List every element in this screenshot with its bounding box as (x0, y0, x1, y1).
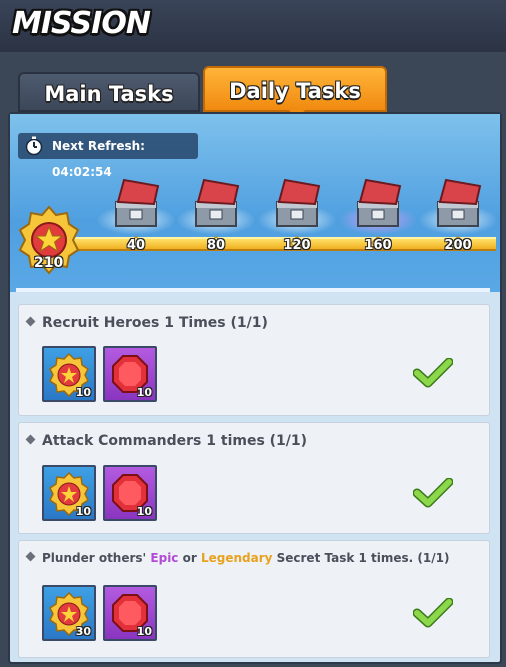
page-title: MISSION (12, 6, 151, 41)
milestone-label: 120 (283, 238, 311, 253)
top-bar: MISSION (0, 0, 506, 52)
tab-daily-label: Daily Tasks (229, 79, 361, 103)
activity-points: 210 (34, 255, 64, 271)
task-title-text: Recruit Heroes 1 Times (1/1) (42, 315, 268, 331)
tab-main-tasks[interactable]: Main Tasks (18, 72, 200, 112)
reward-count: 10 (75, 386, 91, 399)
check-icon (413, 598, 453, 628)
task-title: Attack Commanders 1 times (1/1) (25, 433, 308, 449)
tab-daily-tasks[interactable]: Daily Tasks (203, 66, 387, 119)
reward-count: 30 (75, 625, 91, 638)
check-icon (413, 358, 453, 388)
reward-count: 10 (136, 625, 152, 638)
epic-text: Epic (150, 551, 179, 565)
reward-ruby[interactable]: 10 (103, 585, 157, 641)
task-title-text: or (178, 551, 201, 565)
reward-count: 10 (136, 505, 152, 518)
reward-medal[interactable]: 10 (42, 346, 96, 402)
divider (16, 288, 490, 292)
milestone-label: 40 (126, 238, 146, 253)
reward-ruby[interactable]: 10 (103, 465, 157, 521)
milestone-label: 200 (444, 238, 472, 253)
task-title: Plunder others' Epic or Legendary Secret… (25, 551, 450, 565)
reward-count: 10 (75, 505, 91, 518)
task-title: Recruit Heroes 1 Times (1/1) (25, 315, 268, 331)
legendary-text: Legendary (200, 551, 273, 565)
reward-count: 10 (136, 386, 152, 399)
task-title-text: Plunder others' (42, 551, 151, 565)
check-icon (413, 478, 453, 508)
reward-medal[interactable]: 10 (42, 465, 96, 521)
chest-icon[interactable] (190, 176, 242, 232)
reward-ruby[interactable]: 10 (103, 346, 157, 402)
reward-medal[interactable]: 30 (42, 585, 96, 641)
bullet-icon (25, 434, 36, 444)
chest-icon[interactable] (352, 176, 404, 232)
task-title-text: Secret Task 1 times. (1/1) (272, 551, 450, 565)
milestone-label: 160 (364, 238, 392, 253)
bullet-icon (25, 551, 36, 562)
stopwatch-icon (25, 136, 43, 156)
chest-icon[interactable] (271, 176, 323, 232)
task-title-text: Attack Commanders 1 times (1/1) (42, 433, 308, 449)
chest-icon[interactable] (432, 176, 484, 232)
milestone-label: 80 (206, 238, 226, 253)
refresh-timer: Next Refresh: 04:02:54 (18, 133, 198, 179)
bullet-icon (25, 316, 36, 326)
chest-icon[interactable] (110, 176, 162, 232)
